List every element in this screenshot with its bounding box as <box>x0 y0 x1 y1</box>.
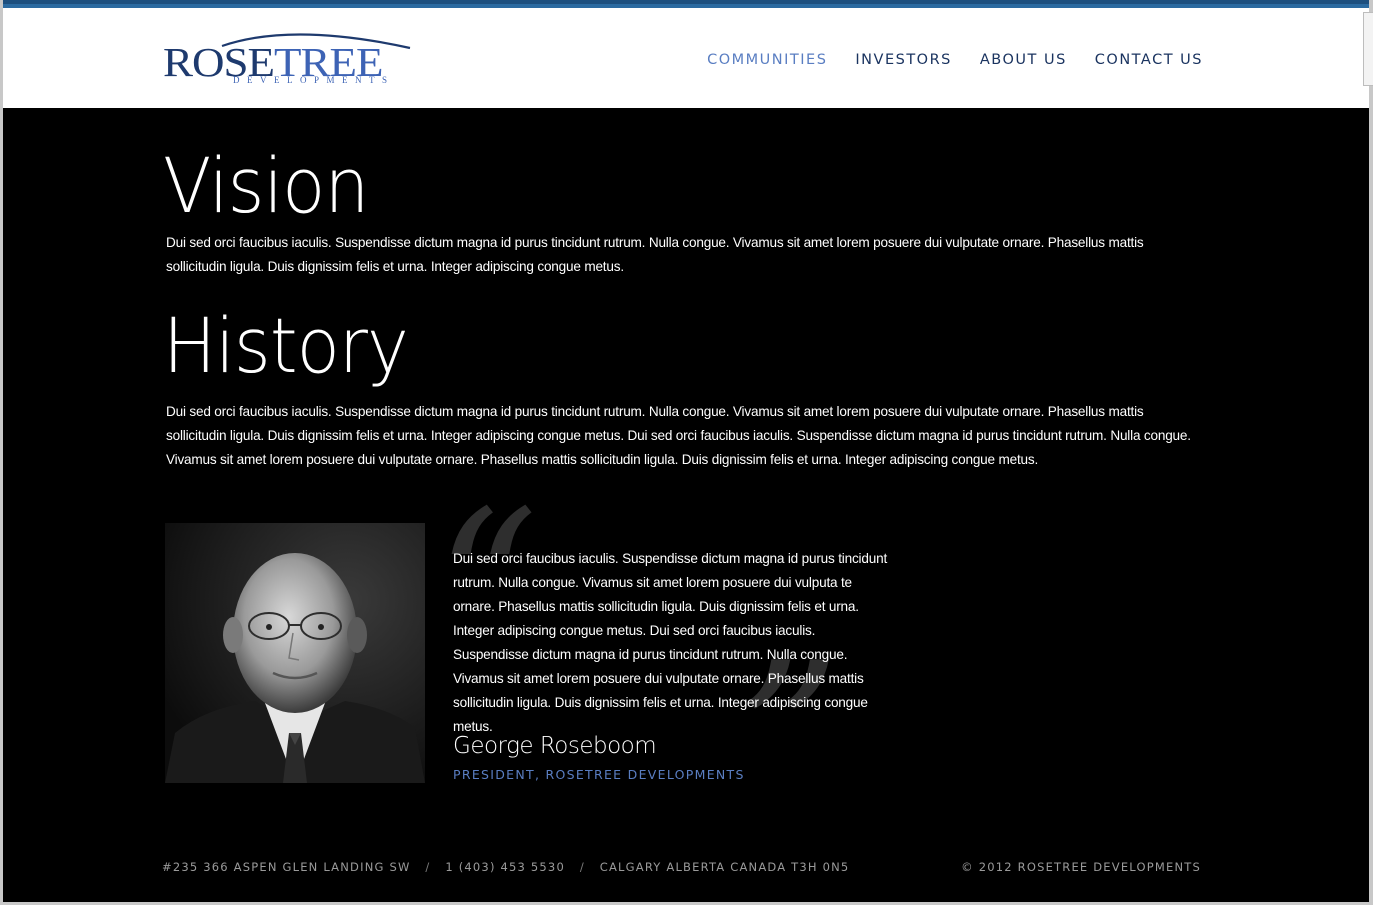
vision-body: Dui sed orci faucibus iaculis. Suspendis… <box>166 235 1144 274</box>
footer-separator: / <box>425 860 431 874</box>
testimonial-name: George Roseboom <box>453 733 657 759</box>
testimonial-quote: Dui sed orci faucibus iaculis. Suspendis… <box>453 551 888 734</box>
rosetree-logo[interactable]: ROSETREE DEVELOPMENTS <box>162 26 422 96</box>
vision-heading: Vision <box>163 141 369 230</box>
footer-phone[interactable]: 1 (403) 453 5530 <box>445 860 565 874</box>
footer-copyright: © 2012 ROSETREE DEVELOPMENTS <box>961 860 1201 874</box>
footer-address: #235 366 ASPEN GLEN LANDING SW <box>162 860 411 874</box>
scrollbar-stub[interactable] <box>1363 12 1373 86</box>
testimonial-title: PRESIDENT, ROSETREE DEVELOPMENTS <box>453 767 745 782</box>
portrait-image <box>165 523 425 783</box>
nav-communities[interactable]: COMMUNITIES <box>707 52 827 68</box>
logo-subtitle: DEVELOPMENTS <box>233 75 395 85</box>
main-nav: COMMUNITIES INVESTORS ABOUT US CONTACT U… <box>707 52 1203 68</box>
president-portrait <box>165 523 425 783</box>
history-heading: History <box>163 301 409 390</box>
history-body: Dui sed orci faucibus iaculis. Suspendis… <box>166 404 1191 467</box>
footer-contact: #235 366 ASPEN GLEN LANDING SW / 1 (403)… <box>162 860 849 874</box>
nav-about-us[interactable]: ABOUT US <box>980 52 1067 68</box>
page-frame: ROSETREE DEVELOPMENTS COMMUNITIES INVEST… <box>3 0 1369 902</box>
nav-investors[interactable]: INVESTORS <box>855 52 951 68</box>
footer-city: CALGARY ALBERTA CANADA T3H 0N5 <box>599 860 850 874</box>
site-header: ROSETREE DEVELOPMENTS COMMUNITIES INVEST… <box>3 8 1369 108</box>
nav-contact-us[interactable]: CONTACT US <box>1095 52 1203 68</box>
footer-separator: / <box>579 860 585 874</box>
